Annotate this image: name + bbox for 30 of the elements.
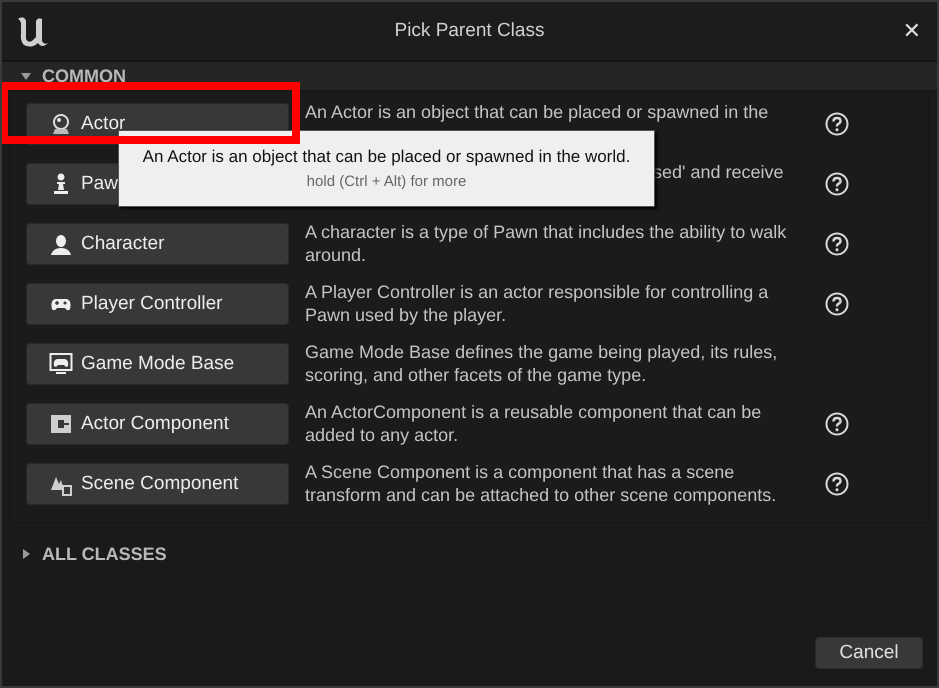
close-button[interactable]: ✕ bbox=[898, 18, 925, 44]
class-description: An ActorComponent is a reusable component that can be added to any actor. bbox=[305, 401, 762, 447]
class-description: A character is a type of Pawn that includes the ability to walk around. bbox=[305, 221, 788, 267]
class-description: sed' and receive bbox=[653, 161, 785, 184]
class-button[interactable]: Actor Component bbox=[26, 403, 289, 445]
section-header[interactable]: COMMON bbox=[2, 62, 937, 90]
caret-icon bbox=[20, 548, 32, 560]
help-icon[interactable] bbox=[825, 292, 849, 316]
section-header[interactable]: ALL CLASSES bbox=[2, 539, 937, 569]
caret-icon bbox=[20, 70, 32, 82]
person-icon bbox=[49, 232, 73, 256]
help-icon[interactable] bbox=[825, 172, 849, 196]
tooltip-text: An Actor is an object that can be placed or spawned in the world. bbox=[142, 147, 630, 167]
framed-gamepad-icon bbox=[49, 352, 73, 376]
class-button[interactable]: Character bbox=[26, 223, 289, 265]
class-button[interactable]: Game Mode Base bbox=[26, 343, 289, 385]
help-icon[interactable] bbox=[825, 412, 849, 436]
tooltip-hint: hold (Ctrl + Alt) for more bbox=[306, 173, 466, 190]
class-button[interactable]: Player Controller bbox=[26, 283, 289, 325]
class-description: A Player Controller is an actor responsible for controlling a Pawn used by the player. bbox=[305, 281, 770, 327]
class-button[interactable]: Scene Component bbox=[26, 463, 289, 505]
help-icon[interactable] bbox=[825, 232, 849, 256]
help-icon[interactable] bbox=[825, 112, 849, 136]
class-description: An Actor is an object that can be placed or spawned in the bbox=[305, 101, 770, 124]
class-description: A Scene Component is a component that has a scene transform and can be attached to other scene components. bbox=[305, 461, 778, 507]
component-icon bbox=[49, 412, 73, 436]
cancel-button[interactable]: Cancel bbox=[815, 637, 923, 669]
class-description: Game Mode Base defines the game being played, its rules, scoring, and other facets of the game type. bbox=[305, 341, 778, 387]
help-icon[interactable] bbox=[825, 472, 849, 496]
window-title: Pick Parent Class bbox=[394, 20, 544, 42]
